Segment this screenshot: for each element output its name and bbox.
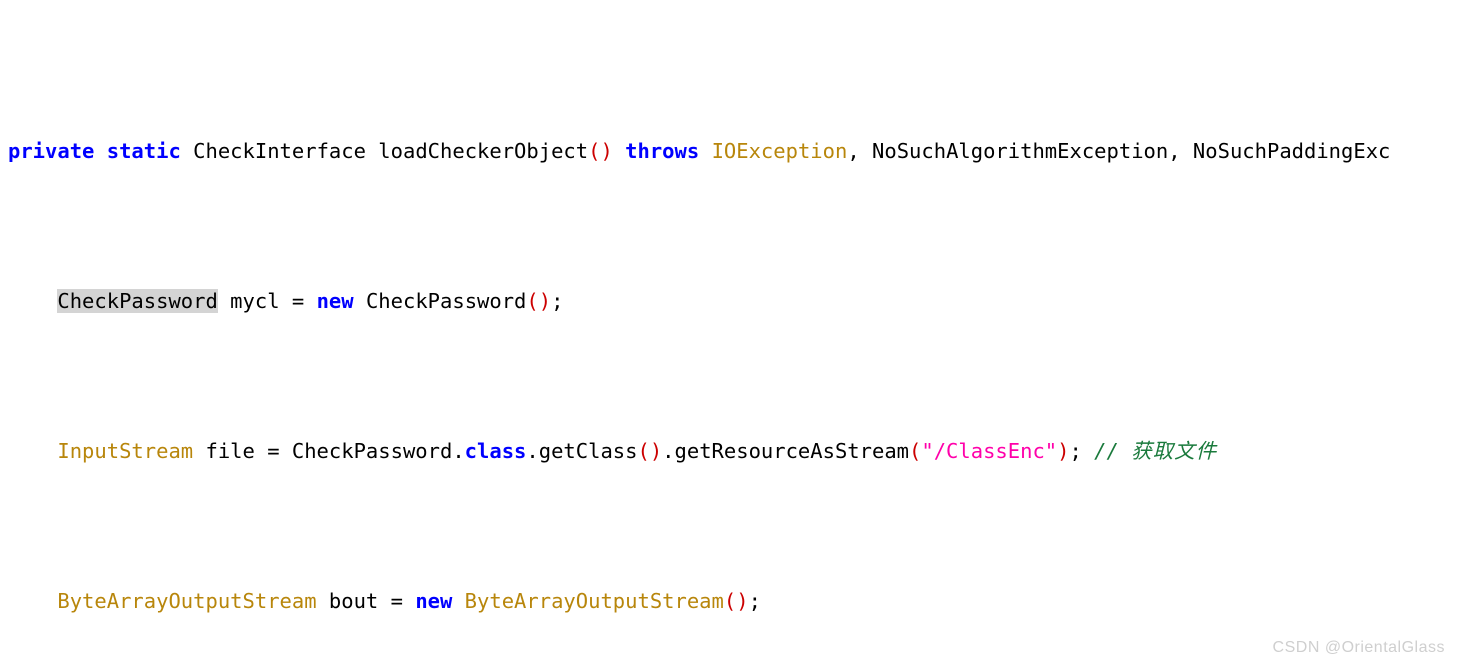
semicolon: ; <box>551 289 564 313</box>
variable-mycl: mycl = <box>217 289 317 313</box>
keyword-new: new <box>415 589 453 613</box>
parens: () <box>637 439 663 463</box>
code-line-4[interactable]: ByteArrayOutputStream bout = new ByteArr… <box>0 586 1461 616</box>
type-ioexception: IOException <box>711 139 848 163</box>
paren-close: ) <box>1057 439 1070 463</box>
separator: , <box>1168 139 1193 163</box>
type-bytearrayoutputstream: ByteArrayOutputStream <box>57 589 317 613</box>
method-getresourceasstream: .getResourceAsStream <box>662 439 910 463</box>
code-line-1[interactable]: private static CheckInterface loadChecke… <box>0 136 1461 166</box>
constructor-checkpassword: CheckPassword <box>353 289 527 313</box>
semicolon: ; <box>1069 439 1095 463</box>
method-name-loadcheckerobject: loadCheckerObject <box>378 139 589 163</box>
separator: , <box>847 139 873 163</box>
keyword-throws: throws <box>625 139 700 163</box>
keyword-new: new <box>316 289 354 313</box>
code-content[interactable]: private static CheckInterface loadChecke… <box>0 16 1461 667</box>
type-nosuchalgorithmexception: NoSuchAlgorithmException <box>872 139 1169 163</box>
constructor-bytearrayoutputstream: ByteArrayOutputStream <box>452 589 724 613</box>
variable-bout: bout = <box>316 589 416 613</box>
code-editor-view[interactable]: private static CheckInterface loadChecke… <box>0 0 1461 667</box>
semicolon: ; <box>748 589 761 613</box>
method-getclass: .getClass <box>526 439 638 463</box>
parens: () <box>526 289 552 313</box>
parens: () <box>588 139 613 163</box>
keyword-class: class <box>464 439 527 463</box>
type-nosuchpaddingexception: NoSuchPaddingExc <box>1192 139 1391 163</box>
paren-open: ( <box>909 439 922 463</box>
code-line-3[interactable]: InputStream file = CheckPassword.class.g… <box>0 436 1461 466</box>
selected-token-checkpassword: CheckPassword <box>57 289 218 313</box>
variable-file: file = CheckPassword. <box>193 439 465 463</box>
csdn-watermark: CSDN @OrientalGlass <box>1272 639 1445 656</box>
keyword-private: private <box>8 139 95 163</box>
comment-slashes: // <box>1094 439 1132 463</box>
string-classenc: "/ClassEnc" <box>921 439 1058 463</box>
keyword-static: static <box>106 139 181 163</box>
comment-text-cjk: 获取文件 <box>1131 439 1218 463</box>
parens: () <box>723 589 749 613</box>
type-inputstream: InputStream <box>57 439 194 463</box>
type-checkinterface: CheckInterface <box>193 139 366 163</box>
code-line-2[interactable]: CheckPassword mycl = new CheckPassword()… <box>0 286 1461 316</box>
